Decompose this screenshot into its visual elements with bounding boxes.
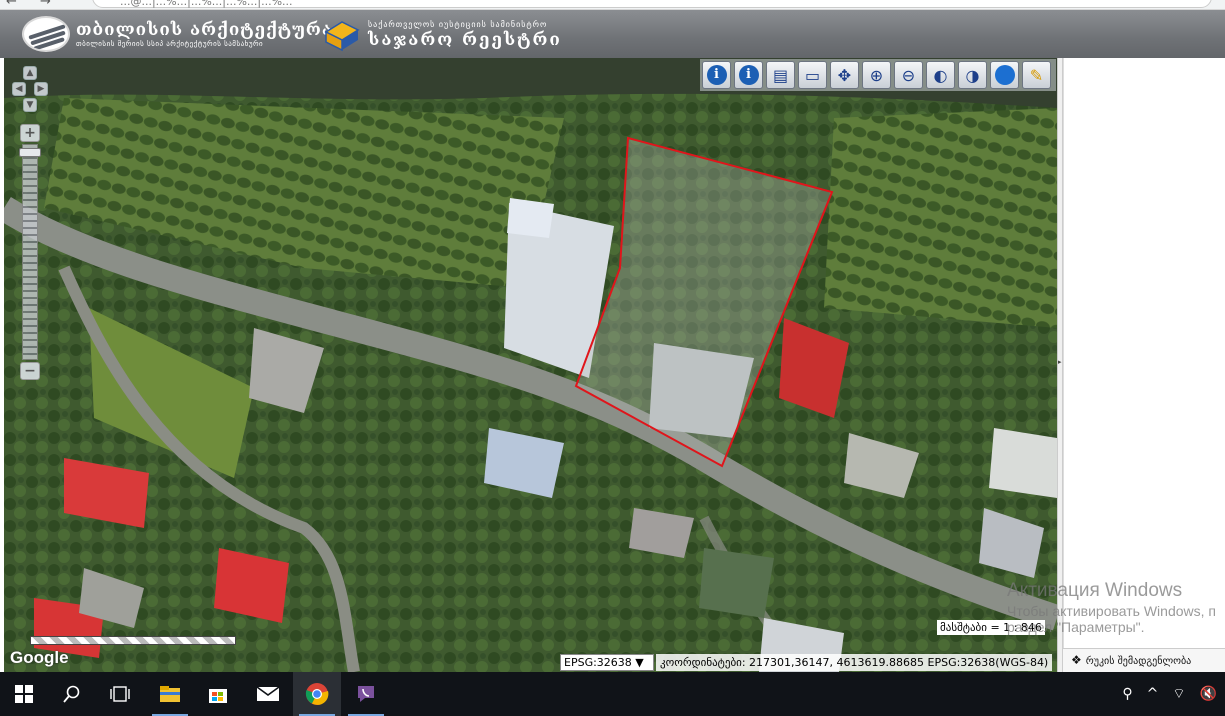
windows-start-icon[interactable] (0, 672, 48, 716)
map-canvas[interactable]: ▲ ◀ ▶ ▼ + − (4, 58, 1057, 672)
info-tool[interactable]: i (702, 61, 731, 89)
forward-arrow-icon[interactable]: → (40, 0, 51, 9)
zoom-out-tool[interactable]: ⊖ (894, 61, 923, 89)
satellite-imagery (4, 58, 1057, 672)
zoom-plus-button[interactable]: + (20, 124, 40, 142)
task-view-icon[interactable] (96, 672, 144, 716)
file-explorer-icon[interactable] (146, 672, 194, 716)
mail-icon[interactable] (244, 672, 292, 716)
measure-area-tool[interactable]: ▤ (766, 61, 795, 89)
scale-bar (30, 636, 236, 645)
info-icon: i (706, 65, 727, 85)
globe-icon (994, 65, 1015, 85)
registry-subtitle: საქართველოს იუსტიციის სამინისტრო (368, 20, 548, 29)
address-bar-text: ...@...|...%...|...%...|...%...|...%... (120, 0, 293, 8)
ruler-icon: ▭ (804, 65, 821, 85)
measure-area-icon: ▤ (772, 65, 789, 85)
projection-select-value: EPSG:32638 (564, 656, 632, 669)
google-attribution: Google (10, 648, 69, 667)
pan-arrows-icon: ✥ (837, 65, 852, 85)
zoom-next-tool[interactable]: ◑ (958, 61, 987, 89)
site-header: თბილისის არქიტექტურა თბილისის მერიის სსი… (0, 10, 1225, 58)
side-panel (1063, 58, 1225, 650)
pan-up-button[interactable]: ▲ (23, 66, 37, 80)
projection-select[interactable]: EPSG:32638 ▼ (560, 654, 654, 671)
registry-title: საჯარო რეესტრი (368, 30, 562, 50)
pan-tool[interactable]: ✥ (830, 61, 859, 89)
chevron-right-icon: ▸ (1058, 358, 1062, 366)
zoom-previous-icon: ◐ (933, 65, 948, 85)
chevron-up-icon[interactable]: ^ (1147, 686, 1159, 702)
chevron-down-icon: ▼ (635, 656, 644, 669)
volume-muted-icon[interactable]: 🔇 (1200, 686, 1217, 702)
tbilisi-architecture-logo[interactable] (22, 16, 70, 52)
brush-icon: ✎ (1029, 65, 1044, 85)
zoom-out-icon: ⊖ (901, 65, 916, 85)
brand-subtitle: თბილისის მერიის სსიპ არქიტექტურის სამსახ… (76, 40, 264, 48)
search-icon[interactable] (48, 672, 96, 716)
info-down-icon: i (738, 65, 759, 85)
pan-right-button[interactable]: ▶ (34, 82, 48, 96)
pan-left-button[interactable]: ◀ (12, 82, 26, 96)
brand-title: თბილისის არქიტექტურა (76, 20, 333, 40)
full-extent-tool[interactable] (990, 61, 1019, 89)
measure-line-tool[interactable]: ▭ (798, 61, 827, 89)
wifi-icon[interactable]: ⌔ (1172, 685, 1185, 703)
coordinates-readout: კოორდინატები: 217301,36147, 4613619.8868… (656, 654, 1053, 671)
scale-label: მასშტაბი = 1 : 846 (937, 620, 1045, 635)
zoom-in-icon: ⊕ (869, 65, 884, 85)
back-arrow-icon[interactable]: ← (6, 0, 17, 9)
zoom-slider: + − (19, 124, 41, 382)
layers-icon: ❖ (1071, 653, 1082, 667)
clear-tool[interactable]: ✎ (1022, 61, 1051, 89)
zoom-in-tool[interactable]: ⊕ (862, 61, 891, 89)
zoom-next-icon: ◑ (965, 65, 980, 85)
identify-tool[interactable]: i (734, 61, 763, 89)
pan-control: ▲ ◀ ▶ ▼ (12, 66, 48, 120)
store-icon[interactable] (194, 672, 242, 716)
zoom-minus-button[interactable]: − (20, 362, 40, 380)
zoom-previous-tool[interactable]: ◐ (926, 61, 955, 89)
pan-down-button[interactable]: ▼ (23, 98, 37, 112)
public-registry-logo[interactable] (322, 18, 362, 52)
windows-taskbar: ⚲ ^ ⌔ 🔇 (0, 672, 1225, 716)
people-icon[interactable]: ⚲ (1122, 686, 1132, 702)
zoom-track[interactable] (22, 144, 38, 360)
system-tray: ⚲ ^ ⌔ 🔇 (1122, 672, 1225, 716)
zoom-handle[interactable] (19, 148, 41, 157)
layers-tab[interactable]: ❖ რუკის შემადგენლობა (1063, 648, 1225, 672)
map-toolbar: i i ▤ ▭ ✥ ⊕ ⊖ ◐ ◑ ✎ (700, 59, 1056, 91)
chrome-icon[interactable] (293, 672, 341, 716)
browser-address-strip: ← → ...@...|...%...|...%...|...%...|...%… (0, 0, 1225, 10)
layers-label: რუკის შემადგენლობა (1085, 656, 1192, 667)
viber-icon[interactable] (342, 672, 390, 716)
